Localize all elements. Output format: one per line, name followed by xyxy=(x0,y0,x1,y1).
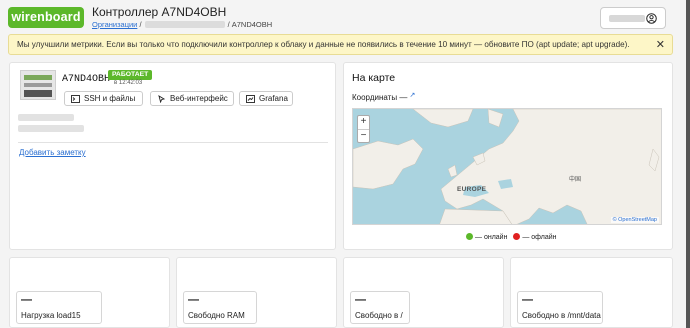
metric-card-data: — Свободно в /mnt/data xyxy=(510,257,673,328)
metric-card-load: — Нагрузка load15 xyxy=(9,257,170,328)
cursor-click-icon xyxy=(158,95,166,103)
page-scrollbar[interactable] xyxy=(686,0,690,328)
map-legend: — онлайн — офлайн xyxy=(466,233,557,241)
redacted-info-line xyxy=(18,114,74,121)
web-interface-label: Веб-интерфейс xyxy=(170,94,228,103)
update-banner: Мы улучшили метрики. Если вы только что … xyxy=(8,34,673,55)
user-menu-button[interactable] xyxy=(600,7,666,29)
legend-online: — онлайн xyxy=(475,234,508,241)
map-region-label: EUROPE xyxy=(457,186,487,193)
legend-offline: — офлайн xyxy=(522,234,557,241)
metric-label: Нагрузка load15 xyxy=(21,311,81,320)
breadcrumb-organizations[interactable]: Организации xyxy=(92,20,137,29)
metric-label: Свободно в /mnt/data xyxy=(522,311,601,320)
coordinates-value: — xyxy=(399,93,408,102)
breadcrumb-org-redacted[interactable] xyxy=(144,21,225,28)
user-name-redacted xyxy=(609,15,645,22)
zoom-control: + − xyxy=(357,115,370,143)
wirenboard-logo[interactable]: wirenboard xyxy=(8,7,84,28)
breadcrumb-current: A7ND4OBH xyxy=(231,20,273,29)
metric-tile: — Свободно в / xyxy=(350,291,410,324)
close-icon[interactable]: ✕ xyxy=(656,38,665,51)
ssh-files-button[interactable]: SSH и файлы xyxy=(64,91,143,106)
metric-tile: — Нагрузка load15 xyxy=(16,291,102,324)
page-title: Контроллер A7ND4OBH xyxy=(92,5,227,19)
zoom-in-button[interactable]: + xyxy=(358,116,369,130)
world-map[interactable]: + − EUROPE 中国 © OpenStreetMap xyxy=(352,108,662,225)
metric-label: Свободно в / xyxy=(355,311,403,320)
top-header: wirenboard Контроллер A7ND4OBH Организац… xyxy=(0,0,686,34)
divider xyxy=(18,142,328,143)
map-card: На карте Координаты — ↗ + − EUROPE 中国 © … xyxy=(343,62,673,250)
breadcrumb: Организации / / A7ND4OBH xyxy=(92,20,272,29)
zoom-out-button[interactable]: − xyxy=(358,130,369,143)
coordinates-label: Координаты xyxy=(352,93,398,102)
online-dot-icon xyxy=(466,233,473,240)
banner-text: Мы улучшили метрики. Если вы только что … xyxy=(17,40,630,49)
breadcrumb-separator: / xyxy=(139,20,142,29)
status-time: в 12:42:03 xyxy=(114,80,143,86)
add-note-link[interactable]: Добавить заметку xyxy=(19,148,86,157)
ssh-files-label: SSH и файлы xyxy=(84,94,136,103)
user-circle-icon xyxy=(646,13,657,24)
offline-dot-icon xyxy=(513,233,521,240)
coordinates-row: Координаты — ↗ xyxy=(352,91,415,102)
controller-image xyxy=(20,70,56,100)
metric-value: — xyxy=(21,294,32,306)
terminal-icon xyxy=(71,95,80,103)
metric-card-ram: — Свободно RAM xyxy=(176,257,337,328)
metric-card-root: — Свободно в / xyxy=(343,257,504,328)
grafana-button[interactable]: Grafana xyxy=(239,91,293,106)
web-interface-button[interactable]: Веб-интерфейс xyxy=(150,91,234,106)
map-title: На карте xyxy=(352,72,396,84)
device-name: A7ND4OBH xyxy=(62,74,111,85)
map-attribution-link[interactable]: © OpenStreetMap xyxy=(610,217,659,223)
metric-tile: — Свободно RAM xyxy=(183,291,257,324)
breadcrumb-separator: / xyxy=(227,20,230,29)
grafana-label: Grafana xyxy=(259,94,288,103)
redacted-info-line xyxy=(18,125,84,132)
map-country-label: 中国 xyxy=(569,177,582,183)
edit-coordinates-icon[interactable]: ↗ xyxy=(410,92,416,99)
metric-tile: — Свободно в /mnt/data xyxy=(517,291,603,324)
metric-value: — xyxy=(355,294,366,306)
metric-value: — xyxy=(522,294,533,306)
chart-icon xyxy=(246,95,255,103)
status-badge: РАБОТАЕТ xyxy=(108,70,153,80)
map-tiles xyxy=(353,109,661,224)
metric-value: — xyxy=(188,294,199,306)
device-card: A7ND4OBH РАБОТАЕТ в 12:42:03 SSH и файлы… xyxy=(9,62,336,250)
metric-label: Свободно RAM xyxy=(188,311,245,320)
